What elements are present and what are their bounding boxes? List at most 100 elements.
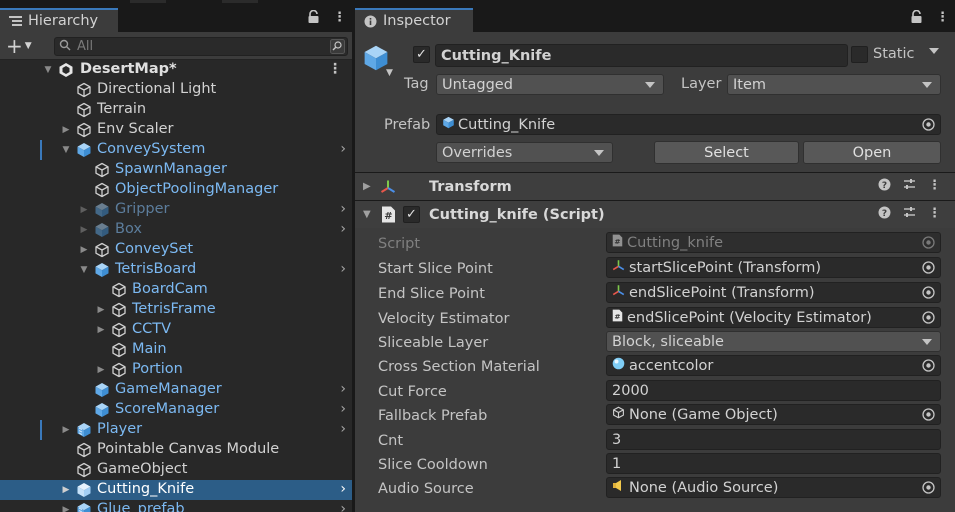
object-picker-icon[interactable] [921,310,936,325]
hierarchy-item-selected[interactable]: ▶ Cutting_Knife › [0,480,352,500]
presets-icon[interactable] [903,178,916,195]
hierarchy-item[interactable]: ▶ Box › [0,220,352,240]
object-picker-icon[interactable] [921,285,936,300]
end-slice-point-field[interactable]: endSlicePoint (Transform) [606,282,941,303]
chevron-right-icon[interactable]: › [340,481,346,497]
create-button[interactable]: + ▼ [6,36,32,56]
open-button[interactable]: Open [803,141,941,164]
hierarchy-item[interactable]: ▶ Gripper › [0,200,352,220]
hierarchy-item[interactable]: ▶ TetrisFrame [0,300,352,320]
hierarchy-search-input[interactable]: All [54,37,348,56]
expand-arrow-icon[interactable]: ▼ [79,265,89,275]
help-icon[interactable]: ? [878,206,891,223]
chevron-right-icon[interactable]: › [340,421,346,437]
expand-arrow-icon[interactable]: ▼ [61,145,71,155]
expand-arrow-icon[interactable]: ▶ [61,505,71,512]
start-slice-point-field[interactable]: startSlicePoint (Transform) [606,257,941,278]
static-dropdown-icon[interactable] [929,48,939,54]
audio-source-field[interactable]: None (Audio Source) [606,477,941,498]
lock-icon[interactable] [308,9,319,27]
chevron-right-icon[interactable]: › [340,221,346,237]
cross-section-material-field[interactable]: accentcolor [606,355,941,376]
tab-hierarchy[interactable]: Hierarchy [0,8,118,32]
velocity-estimator-field[interactable]: # endSlicePoint (Velocity Estimator) [606,307,941,328]
active-checkbox[interactable]: ✓ [413,46,430,63]
expand-arrow-icon[interactable]: ▶ [79,205,89,215]
fallback-prefab-field[interactable]: None (Game Object) [606,404,941,425]
expand-arrow-icon[interactable]: ▶ [79,225,89,235]
expand-arrow-icon[interactable]: ▶ [61,485,71,495]
expand-arrow-icon[interactable]: ▼ [363,209,371,220]
hierarchy-item[interactable]: GameObject [0,460,352,480]
hierarchy-item[interactable]: ScoreManager › [0,400,352,420]
expand-arrow-icon[interactable]: ▼ [43,65,53,75]
expand-arrow-icon[interactable]: ▶ [96,305,106,315]
component-menu-icon[interactable]: ⋮ [928,206,941,223]
script-field: # Cutting_knife [606,232,941,253]
hierarchy-item[interactable]: ▼ ConveySystem › [0,140,352,160]
hierarchy-item-label: Player [97,421,143,437]
slice-cooldown-field[interactable]: 1 [606,453,941,474]
chevron-right-icon[interactable]: › [340,261,346,277]
component-menu-icon[interactable]: ⋮ [928,178,941,195]
layer-dropdown[interactable]: Item [727,74,941,95]
expand-arrow-icon[interactable]: ▶ [96,365,106,375]
panel-menu-icon[interactable]: ⋮ [936,10,949,27]
search-filter-icon[interactable] [330,39,345,54]
object-picker-icon[interactable] [921,358,936,373]
hierarchy-item[interactable]: GameManager › [0,380,352,400]
tag-dropdown[interactable]: Untagged [436,74,664,95]
hierarchy-item[interactable]: ▼ TetrisBoard › [0,260,352,280]
select-button[interactable]: Select [654,141,799,164]
cnt-field[interactable]: 3 [606,429,941,450]
hierarchy-item[interactable]: ▶ CCTV [0,320,352,340]
chevron-right-icon[interactable]: › [340,141,346,157]
hierarchy-item[interactable]: Directional Light [0,80,352,100]
presets-icon[interactable] [903,206,916,223]
hierarchy-item[interactable]: BoardCam [0,280,352,300]
property-label: Start Slice Point [378,261,493,277]
expand-arrow-icon[interactable]: ▶ [96,325,106,335]
static-checkbox[interactable] [851,46,868,63]
hierarchy-item[interactable]: ▶ ConveySet [0,240,352,260]
component-header-transform[interactable]: ▶ Transform ? ⋮ [355,172,955,200]
scene-row[interactable]: ▼ DesertMap* ⋮ [0,60,352,80]
expand-arrow-icon[interactable]: ▶ [61,425,71,435]
overrides-value: Overrides [442,144,513,161]
scene-menu-icon[interactable]: ⋮ [328,61,342,77]
hierarchy-item-label: GameManager [115,381,222,397]
lock-icon[interactable] [911,9,922,27]
panel-menu-icon[interactable]: ⋮ [333,10,346,27]
sliceable-layer-dropdown[interactable]: Block, sliceable [606,331,941,352]
expand-arrow-icon[interactable]: ▶ [363,181,371,192]
object-picker-icon[interactable] [921,480,936,495]
expand-arrow-icon[interactable]: ▶ [61,125,71,135]
chevron-right-icon[interactable]: › [340,401,346,417]
hierarchy-item[interactable]: Pointable Canvas Module [0,440,352,460]
hierarchy-item[interactable]: ▶ Portion [0,360,352,380]
tab-inspector[interactable]: Inspector [355,8,473,32]
hierarchy-item[interactable]: Terrain [0,100,352,120]
hierarchy-item[interactable]: ▶ Env Scaler [0,120,352,140]
hierarchy-item[interactable]: SpawnManager [0,160,352,180]
component-header-script[interactable]: ▼ # ✓ Cutting_knife (Script) ? ⋮ [355,200,955,228]
expand-arrow-icon[interactable]: ▶ [79,245,89,255]
hierarchy-item[interactable]: Main [0,340,352,360]
hierarchy-item[interactable]: ▶ Player › [0,420,352,440]
component-enabled-checkbox[interactable]: ✓ [403,206,420,223]
help-icon[interactable]: ? [878,178,891,195]
icon-dropdown-arrow-icon[interactable]: ▼ [386,68,393,78]
chevron-right-icon[interactable]: › [340,381,346,397]
overrides-dropdown[interactable]: Overrides [436,142,613,163]
object-picker-icon[interactable] [921,117,936,132]
hierarchy-item[interactable]: ▶ Glue_prefab › [0,500,352,512]
svg-text:#: # [614,237,620,246]
chevron-right-icon[interactable]: › [340,501,346,512]
object-name-field[interactable]: Cutting_Knife [435,44,848,67]
chevron-right-icon[interactable]: › [340,201,346,217]
prefab-field[interactable]: Cutting_Knife [436,114,941,135]
object-picker-icon[interactable] [921,260,936,275]
cut-force-field[interactable]: 2000 [606,380,941,401]
object-picker-icon[interactable] [921,407,936,422]
hierarchy-item[interactable]: ObjectPoolingManager [0,180,352,200]
